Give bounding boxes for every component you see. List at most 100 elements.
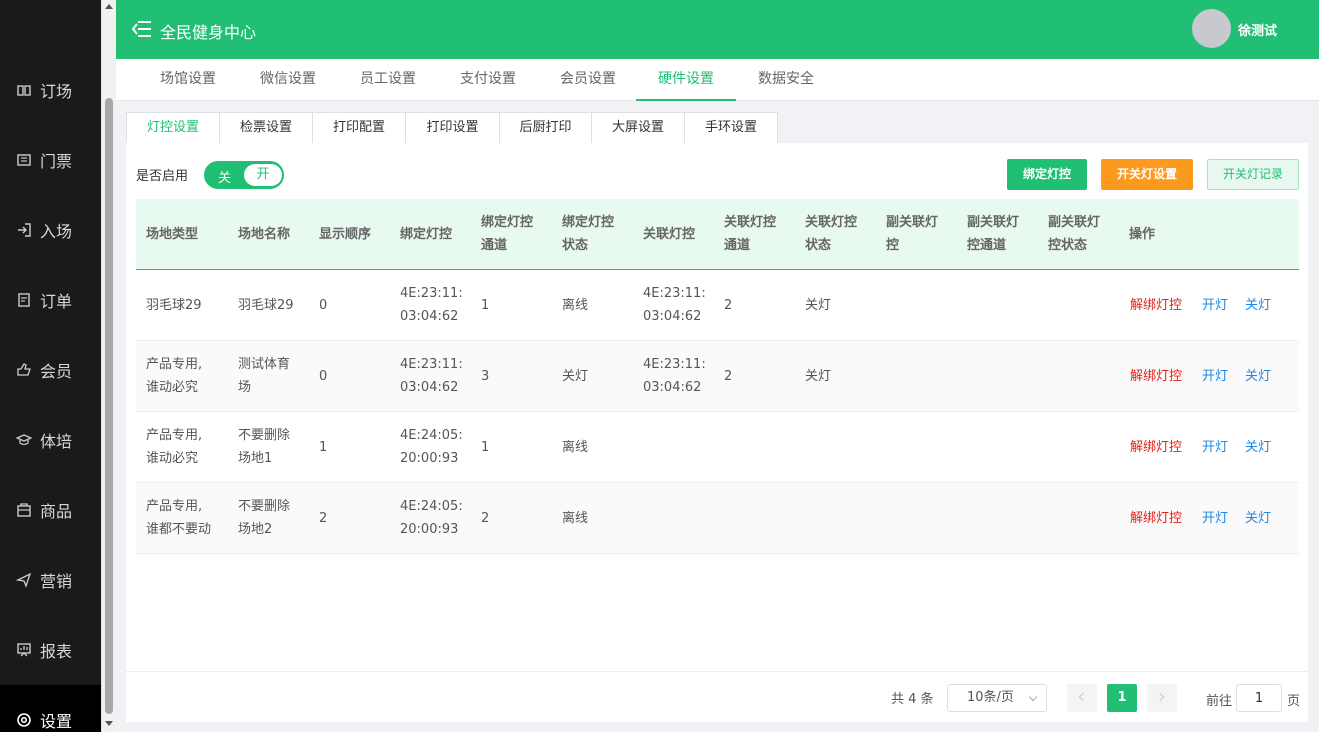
cell-venue-type: 羽毛球29 (146, 294, 202, 317)
column-header-line: 控 (886, 238, 900, 253)
column-header: 副关联灯 控状态 (1048, 211, 1100, 257)
tab-venue-settings[interactable]: 场馆设置 (138, 59, 238, 101)
light-control-panel: 是否启用 关 开 绑定灯控 开关灯设置 开关灯记录 场地类型 场地名称 显示顺序 绑定… (126, 143, 1308, 722)
sidebar-item-label: 报表 (40, 642, 73, 661)
cell-bound-channel: 1 (481, 298, 490, 313)
column-header: 绑定灯控 (400, 223, 452, 246)
sidebar-item-member[interactable]: 会员 (0, 335, 101, 405)
cell-related-light-line: 03:04:62 (643, 309, 702, 324)
column-header-line: 通道 (724, 238, 751, 253)
column-header-line: 控通道 (967, 238, 1007, 253)
column-header: 显示顺序 (319, 223, 371, 246)
cell-venue-type-line: 谁都不要动 (146, 522, 212, 537)
collapse-menu-icon[interactable] (132, 20, 152, 38)
sidebar-item-booking[interactable]: 订场 (0, 55, 101, 125)
subtab-light-control[interactable]: 灯控设置 (126, 112, 220, 144)
cell-venue-name-line: 场 (238, 380, 252, 395)
page-size-select[interactable]: 10条/页 (947, 684, 1047, 712)
user-avatar[interactable] (1192, 9, 1231, 48)
sidebar-item-ticket[interactable]: 门票 (0, 125, 101, 195)
cell-related-light: 4E:23:11: 03:04:62 (643, 282, 706, 328)
column-header-line: 副关联灯 (1048, 215, 1101, 230)
scroll-up-arrow-icon[interactable] (105, 4, 113, 9)
sidebar-item-enter[interactable]: 入场 (0, 195, 101, 265)
member-icon (16, 362, 32, 378)
page-number-current[interactable]: 1 (1107, 684, 1137, 712)
subtab-ticket-check[interactable]: 检票设置 (220, 112, 313, 144)
user-name[interactable]: 徐测试 (1238, 20, 1277, 39)
page-size-value: 10条/页 (967, 690, 1014, 705)
prev-page-button[interactable] (1067, 684, 1097, 712)
sidebar-item-home[interactable]: 首页 (0, 0, 101, 10)
switch-light-settings-button[interactable]: 开关灯设置 (1101, 159, 1193, 190)
sidebar-item-label: 订场 (40, 82, 73, 101)
column-header-line: 绑定灯控 (562, 215, 615, 230)
bind-light-button[interactable]: 绑定灯控 (1007, 159, 1087, 190)
sidebar-item-training[interactable]: 体培 (0, 405, 101, 475)
tab-payment-settings[interactable]: 支付设置 (438, 59, 538, 101)
column-header: 关联灯控 状态 (805, 211, 857, 257)
light-off-link[interactable]: 关灯 (1245, 294, 1271, 317)
pager-divider (126, 671, 1308, 672)
light-on-link[interactable]: 开灯 (1202, 507, 1228, 530)
order-icon (16, 292, 32, 308)
light-on-link[interactable]: 开灯 (1202, 294, 1228, 317)
switch-light-log-button[interactable]: 开关灯记录 (1207, 159, 1299, 190)
unbind-light-link[interactable]: 解绑灯控 (1130, 436, 1182, 459)
tab-hardware-settings[interactable]: 硬件设置 (636, 59, 736, 101)
sidebar-scrollbar[interactable] (101, 0, 116, 732)
cell-venue-type-line: 产品专用, (146, 499, 203, 514)
light-off-link[interactable]: 关灯 (1245, 507, 1271, 530)
sidebar-item-settings[interactable]: 设置 (0, 685, 101, 732)
column-header-line: 关联灯控 (805, 215, 858, 230)
unbind-light-link[interactable]: 解绑灯控 (1130, 507, 1182, 530)
light-control-table: 场地类型 场地名称 显示顺序 绑定灯控 绑定灯控 通道 绑定灯控 状态 关联灯控 关联灯控 通道 关联… (136, 199, 1299, 554)
table-row: 羽毛球29 羽毛球29 0 4E:23:11: 03:04:62 1 离线 4E:23:11:… (136, 270, 1299, 341)
unbind-light-link[interactable]: 解绑灯控 (1130, 365, 1182, 388)
settings-tabs: 场馆设置 微信设置 员工设置 支付设置 会员设置 硬件设置 数据安全 (116, 59, 1319, 101)
unbind-light-link[interactable]: 解绑灯控 (1130, 294, 1182, 317)
cell-bound-light: 4E:24:05: 20:00:93 (400, 424, 463, 470)
cell-venue-type-line: 产品专用, (146, 428, 203, 443)
sidebar-item-report[interactable]: 报表 (0, 615, 101, 685)
sidebar-item-goods[interactable]: 商品 (0, 475, 101, 545)
scrollbar-thumb[interactable] (105, 98, 113, 714)
enable-toggle[interactable]: 关 开 (204, 161, 284, 189)
sidebar-item-label: 设置 (40, 712, 73, 731)
cell-bound-status: 关灯 (562, 369, 589, 384)
light-off-link[interactable]: 关灯 (1245, 365, 1271, 388)
next-page-button[interactable] (1147, 684, 1177, 712)
tab-wechat-settings[interactable]: 微信设置 (238, 59, 338, 101)
training-icon (16, 432, 32, 448)
cell-venue-type-line: 羽毛球29 (146, 298, 202, 313)
cell-venue-name: 测试体育场 (238, 353, 290, 399)
cell-bound-channel: 2 (481, 511, 490, 526)
light-on-link[interactable]: 开灯 (1202, 365, 1228, 388)
table-header: 场地类型 场地名称 显示顺序 绑定灯控 绑定灯控 通道 绑定灯控 状态 关联灯控 关联灯控 通道 关联… (136, 199, 1299, 270)
marketing-icon (16, 572, 32, 588)
subtab-print-settings[interactable]: 打印设置 (406, 112, 500, 144)
cell-bound-light-line: 20:00:93 (400, 522, 459, 537)
light-off-link[interactable]: 关灯 (1245, 436, 1271, 459)
cell-bound-light-line: 20:00:93 (400, 451, 459, 466)
column-header-line: 显示顺序 (319, 227, 372, 242)
subtab-wristband[interactable]: 手环设置 (685, 112, 778, 144)
cell-venue-name-line: 场地2 (238, 522, 273, 537)
sidebar-item-marketing[interactable]: 营销 (0, 545, 101, 615)
column-header-line: 控状态 (1048, 238, 1088, 253)
sidebar-item-order[interactable]: 订单 (0, 265, 101, 335)
column-header-line: 关联灯控 (643, 227, 696, 242)
goto-page-input[interactable] (1236, 684, 1282, 712)
subtab-big-screen[interactable]: 大屏设置 (592, 112, 685, 144)
light-on-link[interactable]: 开灯 (1202, 436, 1228, 459)
sidebar-item-label: 订单 (40, 292, 73, 311)
cell-display-order: 0 (319, 298, 328, 313)
cell-bound-light: 4E:23:11: 03:04:62 (400, 353, 463, 399)
subtab-kitchen-print[interactable]: 后厨打印 (500, 112, 592, 144)
tab-data-security[interactable]: 数据安全 (736, 59, 836, 101)
tab-member-settings[interactable]: 会员设置 (538, 59, 638, 101)
subtab-print-config[interactable]: 打印配置 (313, 112, 406, 144)
tab-staff-settings[interactable]: 员工设置 (338, 59, 438, 101)
scroll-down-arrow-icon[interactable] (105, 721, 113, 726)
sidebar-item-label: 营销 (40, 572, 73, 591)
